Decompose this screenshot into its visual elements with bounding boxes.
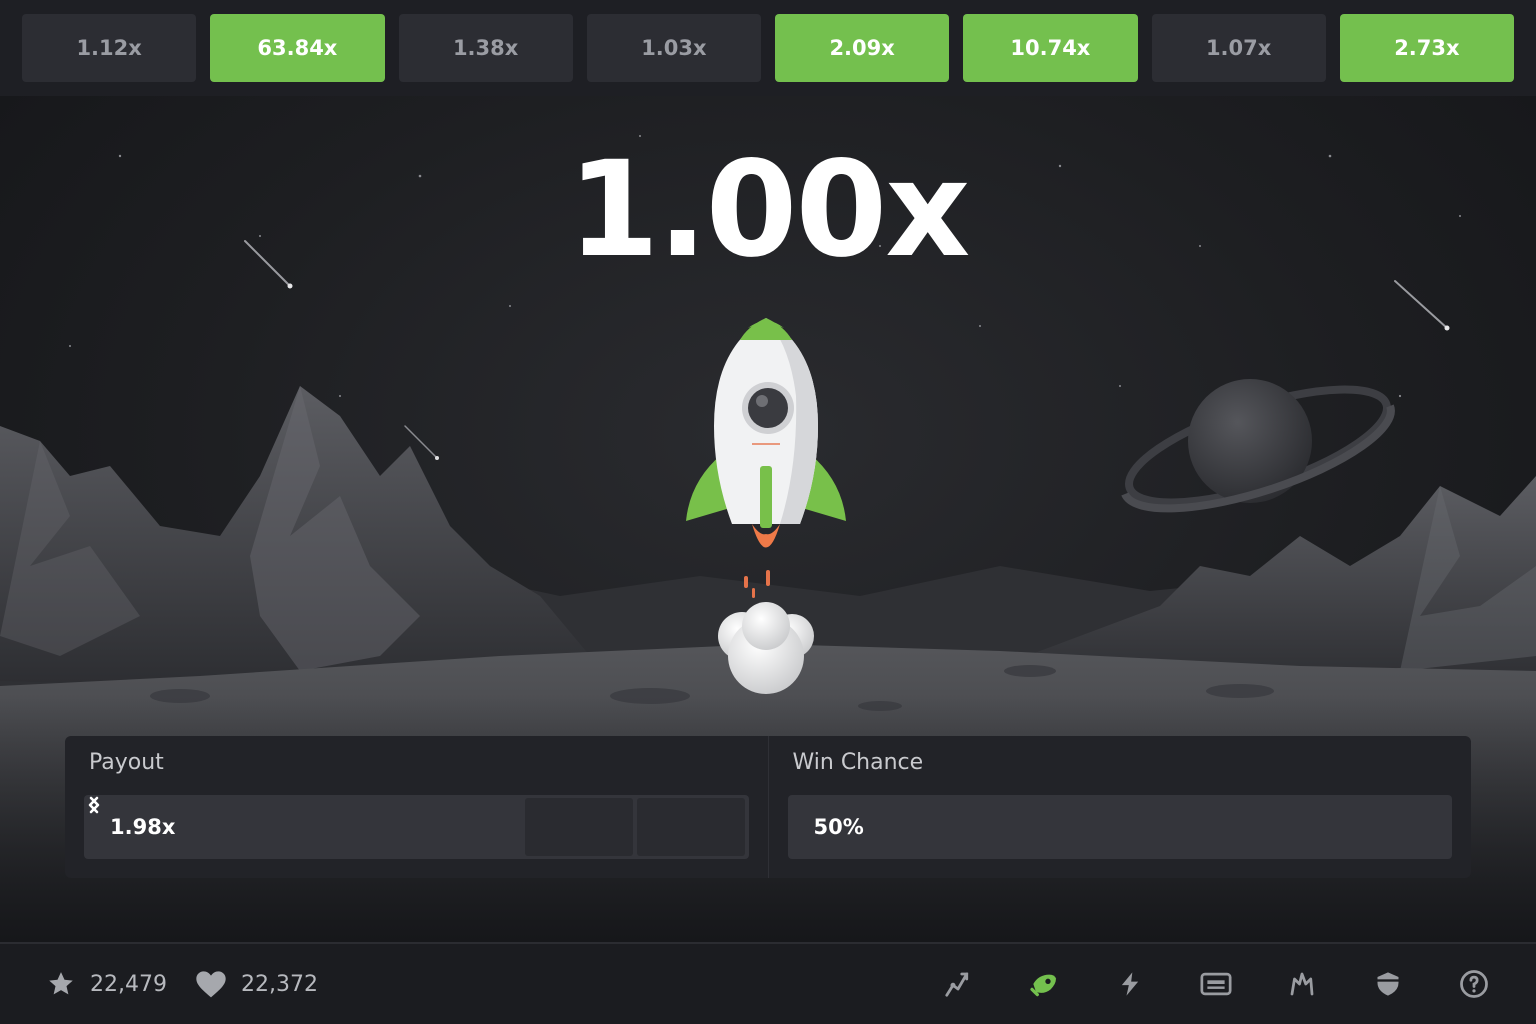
history-pill[interactable]: 1.03x	[586, 14, 761, 82]
bet-controls-panel: Payout 1.98x Win Chance 50%	[65, 736, 1471, 878]
heart-icon	[196, 971, 226, 998]
win-chance-group: Win Chance 50%	[767, 736, 1472, 878]
history-pill[interactable]: 1.38x	[398, 14, 573, 82]
rocket-icon[interactable]	[1028, 968, 1060, 1000]
keyboard-icon[interactable]	[1200, 968, 1232, 1000]
chart-line-icon[interactable]	[942, 968, 974, 1000]
history-pill[interactable]: 1.12x	[22, 14, 197, 82]
footer-toolbar	[942, 968, 1490, 1000]
payout-decrease-button[interactable]	[88, 796, 633, 856]
likes-stat[interactable]: 22,372	[195, 969, 318, 999]
current-multiplier: 1.00x	[567, 133, 971, 287]
payout-increase-button[interactable]	[89, 796, 745, 856]
fairness-icon[interactable]	[1286, 968, 1318, 1000]
shield-icon[interactable]	[1372, 968, 1404, 1000]
likes-count: 22,372	[240, 971, 318, 997]
multiplier-history-bar: 1.12x 63.84x 1.38x 1.03x 2.09x 10.74x 1.…	[0, 0, 1536, 96]
help-icon[interactable]	[1458, 968, 1490, 1000]
ringed-planet	[1121, 379, 1395, 513]
star-icon	[49, 972, 73, 995]
history-pill[interactable]: 63.84x	[210, 14, 385, 82]
history-pill[interactable]: 1.07x	[1151, 14, 1326, 82]
lightning-icon[interactable]	[1114, 968, 1146, 1000]
history-pill[interactable]: 10.74x	[963, 14, 1138, 82]
win-chance-value[interactable]: 50%	[788, 815, 1453, 839]
favorites-count: 22,479	[90, 971, 167, 997]
history-pill[interactable]: 2.73x	[1339, 14, 1514, 82]
history-pill[interactable]: 2.09x	[775, 14, 950, 82]
win-chance-input[interactable]: 50%	[787, 795, 1453, 859]
payout-input[interactable]: 1.98x	[84, 795, 749, 859]
payout-group: Payout 1.98x	[65, 736, 768, 878]
chevron-right-icon	[89, 796, 100, 814]
game-scene: 1.00x Payout 1.98x Win Chance 50%	[0, 96, 1536, 942]
payout-value[interactable]: 1.98x	[84, 815, 525, 839]
payout-label: Payout	[89, 750, 164, 775]
game-footer: 22,479 22,372	[0, 942, 1536, 1024]
favorites-stat[interactable]: 22,479	[46, 969, 167, 999]
win-chance-label: Win Chance	[792, 750, 924, 775]
